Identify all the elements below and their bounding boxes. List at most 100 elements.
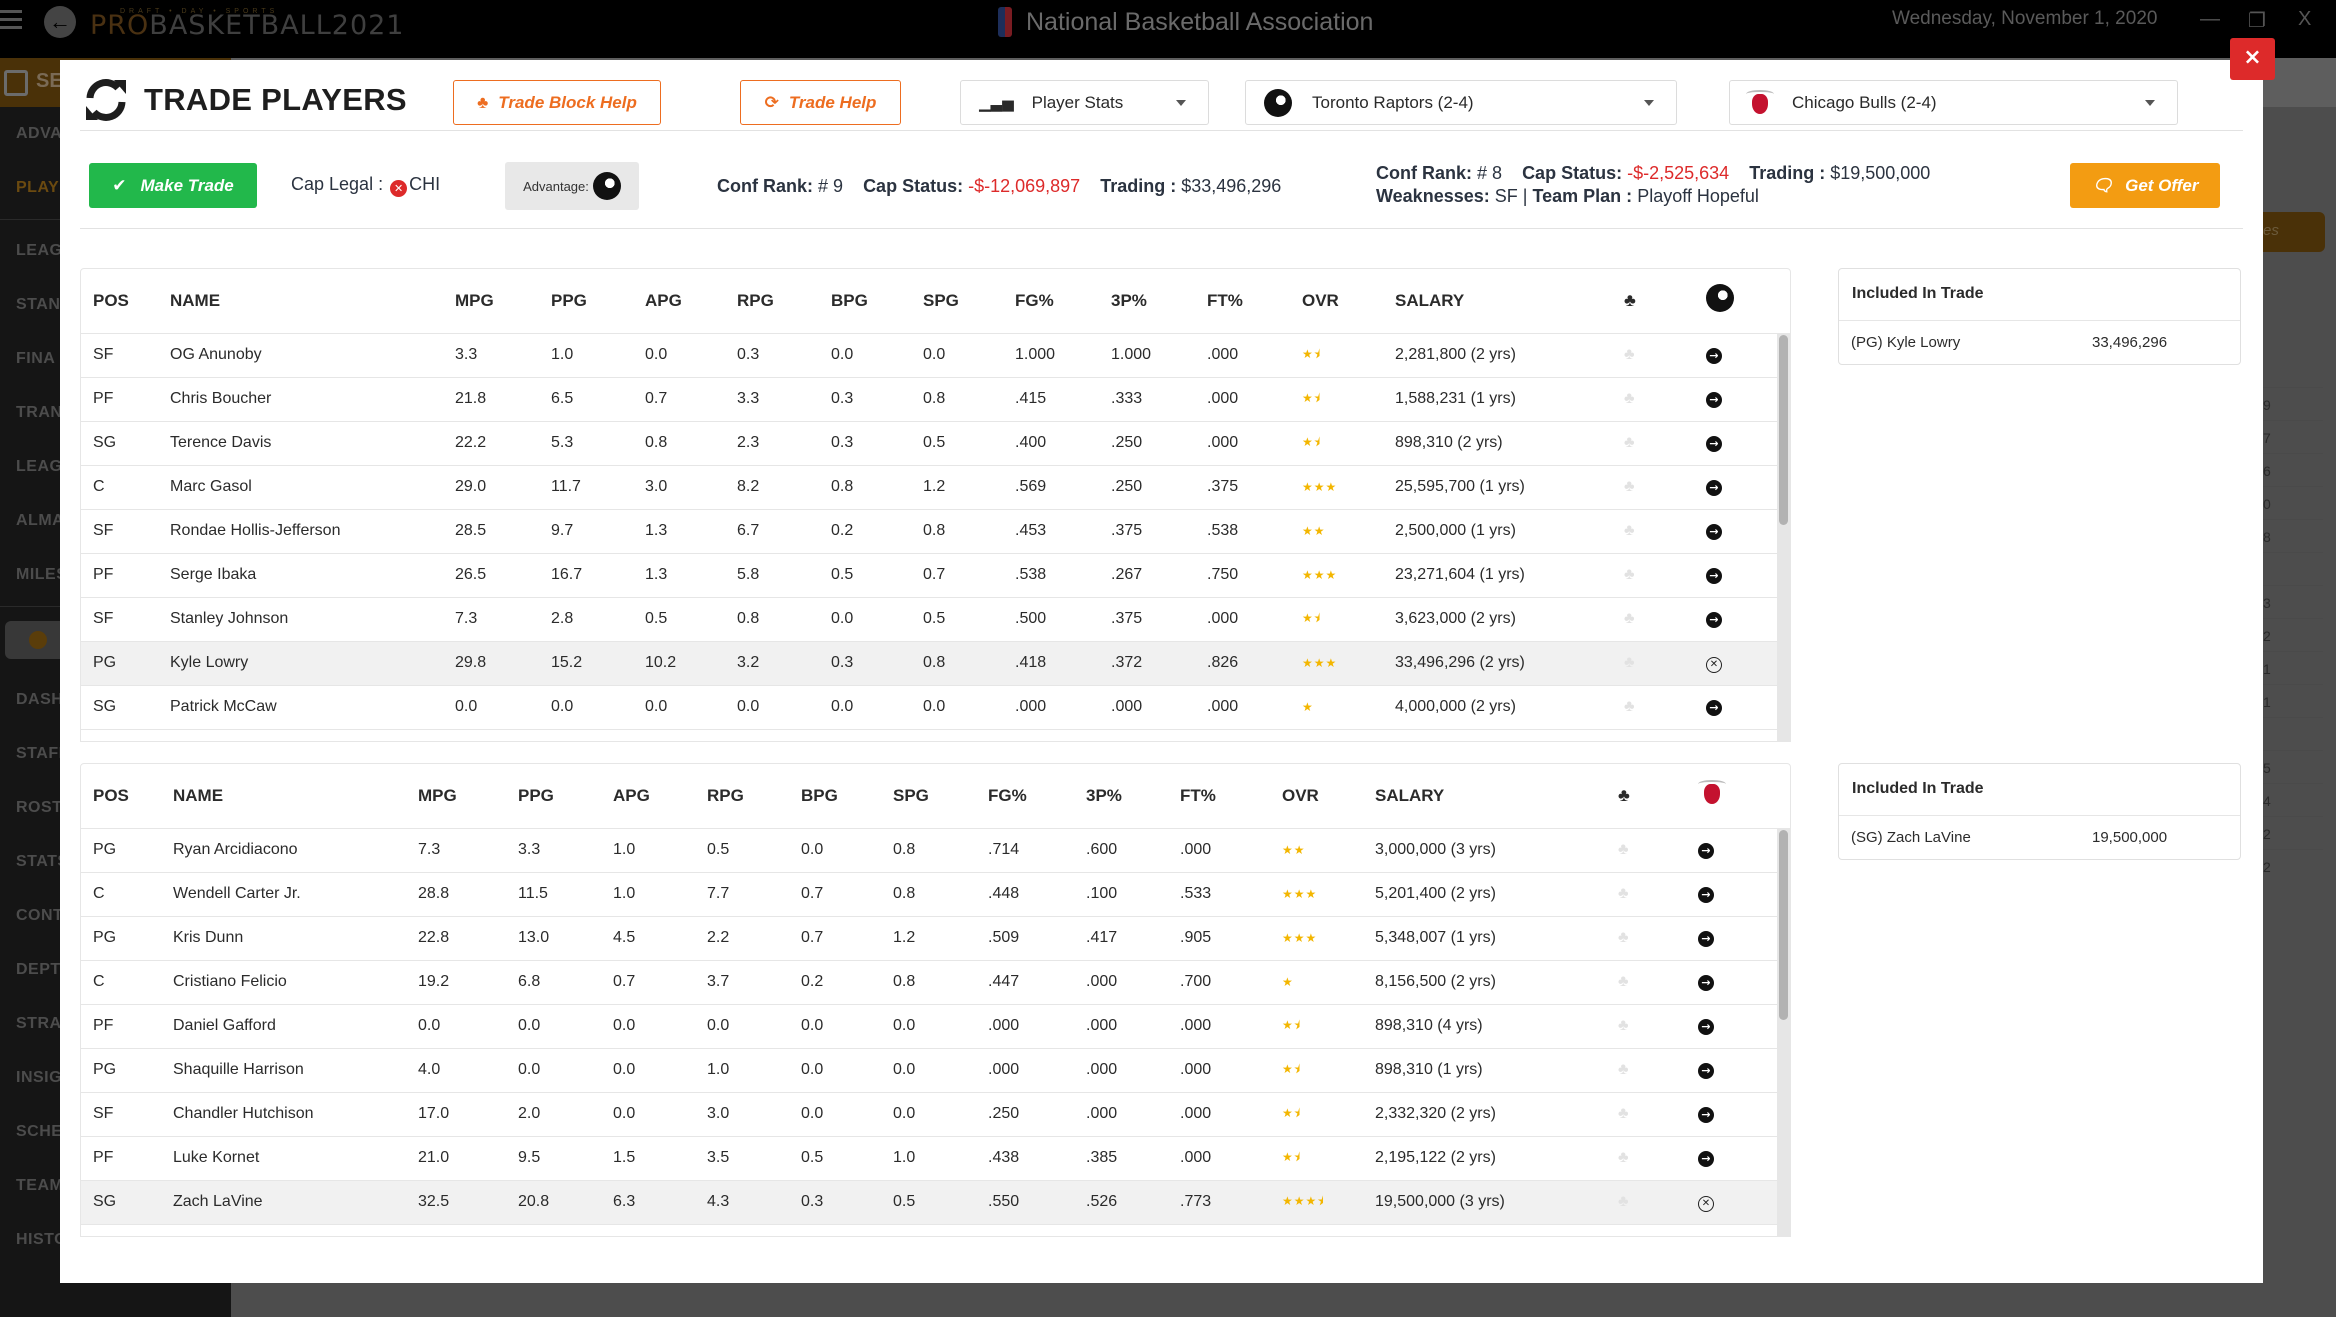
column-header-ft-pct[interactable]: FT% [1180,764,1282,829]
minimize-window-button[interactable]: — [2200,8,2220,31]
remove-from-trade-icon[interactable]: ✕ [1698,1195,1714,1212]
action-cell[interactable]: → [1698,916,1777,961]
cell-name[interactable]: Terence Davis [170,421,455,466]
add-to-trade-arrow-icon[interactable]: → [1706,480,1722,496]
player-row[interactable]: C Cristiano Felicio 19.2 6.8 0.7 3.7 0.2 0.8.44… [81,960,1777,1005]
add-to-trade-arrow-icon[interactable]: → [1706,392,1722,408]
trade-block-icon[interactable]: ♣ [1618,1149,1629,1166]
trade-block-icon[interactable]: ♣ [1624,346,1635,363]
player-row[interactable]: PG Kyle Lowry 29.8 15.2 10.2 3.2 0.3 0.8.418.37… [81,641,1777,686]
trade-block-cell[interactable]: ♣ [1618,872,1698,917]
bulls-table-scrollbar[interactable] [1777,828,1790,1236]
column-header-salary[interactable]: SALARY [1375,764,1618,829]
add-to-trade-arrow-icon[interactable]: → [1698,931,1714,947]
trade-block-icon[interactable]: ♣ [1618,1061,1629,1078]
column-header-spg[interactable]: SPG [923,269,1015,334]
trade-block-cell[interactable]: ♣ [1618,916,1698,961]
cell-name[interactable]: Zach LaVine [173,1180,418,1225]
trade-block-cell[interactable]: ♣ [1624,641,1706,686]
player-row[interactable]: SG Terence Davis 22.2 5.3 0.8 2.3 0.3 0.5.400.2… [81,421,1777,466]
action-cell[interactable]: → [1698,1004,1777,1049]
trade-help-button[interactable]: ⟳ Trade Help [740,80,901,125]
cell-name[interactable]: Cristiano Felicio [173,960,418,1005]
cell-name[interactable]: Wendell Carter Jr. [173,872,418,917]
column-header-name[interactable]: NAME [170,269,455,334]
add-to-trade-arrow-icon[interactable]: → [1706,524,1722,540]
cell-name[interactable]: Ryan Arcidiacono [173,828,418,873]
player-row[interactable]: PF Chris Boucher 21.8 6.5 0.7 3.3 0.3 0.8.415.3… [81,377,1777,422]
trade-block-icon[interactable]: ♣ [1624,698,1635,715]
column-header-rpg[interactable]: RPG [707,764,801,829]
column-header-mpg[interactable]: MPG [418,764,518,829]
column-header-salary[interactable]: SALARY [1395,269,1624,334]
player-row[interactable]: PG Shaquille Harrison 4.0 0.0 0.0 1.0 0.0 0.0.0… [81,1048,1777,1093]
get-offer-button[interactable]: 🗨 Get Offer [2070,163,2220,208]
trade-block-cell[interactable]: ♣ [1618,1048,1698,1093]
scrollbar-thumb[interactable] [1779,335,1788,525]
column-header-name[interactable]: NAME [173,764,418,829]
player-row[interactable]: SG Patrick McCaw 0.0 0.0 0.0 0.0 0.0 0.0.000.00… [81,685,1777,730]
player-row[interactable]: PF Luke Kornet 21.0 9.5 1.5 3.5 0.5 1.0.438.385… [81,1136,1777,1181]
column-header-apg[interactable]: APG [613,764,707,829]
trade-block-icon[interactable]: ♣ [1624,522,1635,539]
hamburger-menu-icon[interactable] [0,10,22,30]
player-row[interactable]: SF OG Anunoby 3.3 1.0 0.0 0.3 0.0 0.0 1.000 1.000… [81,333,1777,378]
trade-block-cell[interactable]: ♣ [1624,421,1706,466]
left-team-select-dropdown[interactable]: Toronto Raptors (2-4) [1245,80,1677,125]
player-row[interactable]: PG Kris Dunn 22.8 13.0 4.5 2.2 0.7 1.2.509.417.… [81,916,1777,961]
cell-name[interactable]: Chandler Hutchison [173,1092,418,1137]
add-to-trade-arrow-icon[interactable]: → [1698,1107,1714,1123]
cell-name[interactable]: Daniel Gafford [173,1004,418,1049]
trade-block-icon[interactable]: ♣ [1618,1105,1629,1122]
cell-name[interactable]: Rondae Hollis-Jefferson [170,509,455,554]
trade-block-icon[interactable]: ♣ [1624,390,1635,407]
add-to-trade-arrow-icon[interactable]: → [1698,975,1714,991]
add-to-trade-arrow-icon[interactable]: → [1698,843,1714,859]
action-cell[interactable]: → [1706,685,1777,730]
add-to-trade-arrow-icon[interactable]: → [1706,612,1722,628]
action-cell[interactable]: → [1706,509,1777,554]
trade-block-icon[interactable]: ♣ [1624,478,1635,495]
trade-block-cell[interactable]: ♣ [1618,1136,1698,1181]
trade-block-cell[interactable]: ♣ [1624,465,1706,510]
column-header-3p-pct[interactable]: 3P% [1086,764,1180,829]
scrollbar-thumb[interactable] [1779,830,1788,1020]
trade-block-icon[interactable]: ♣ [1624,434,1635,451]
add-to-trade-arrow-icon[interactable]: → [1698,1063,1714,1079]
action-cell[interactable]: → [1706,553,1777,598]
trade-block-cell[interactable]: ♣ [1624,509,1706,554]
trade-block-cell[interactable]: ♣ [1618,1004,1698,1049]
raptors-table-scrollbar[interactable] [1777,333,1790,741]
column-header-spg[interactable]: SPG [893,764,988,829]
action-cell[interactable]: → [1698,828,1777,873]
column-header-apg[interactable]: APG [645,269,737,334]
column-header-bpg[interactable]: BPG [801,764,893,829]
trade-block-cell[interactable]: ♣ [1624,377,1706,422]
column-header-mpg[interactable]: MPG [455,269,551,334]
player-row[interactable]: SF Stanley Johnson 7.3 2.8 0.5 0.8 0.0 0.5.500.… [81,597,1777,642]
add-to-trade-arrow-icon[interactable]: → [1698,887,1714,903]
trade-block-icon[interactable]: ♣ [1618,841,1629,858]
action-cell[interactable]: → [1706,465,1777,510]
trade-block-cell[interactable]: ♣ [1624,685,1706,730]
add-to-trade-arrow-icon[interactable]: → [1706,436,1722,452]
right-team-select-dropdown[interactable]: Chicago Bulls (2-4) [1729,80,2178,125]
column-header-ft-pct[interactable]: FT% [1207,269,1302,334]
action-cell[interactable]: → [1698,960,1777,1005]
close-window-button[interactable]: X [2298,8,2311,31]
add-to-trade-arrow-icon[interactable]: → [1706,568,1722,584]
column-header-ppg[interactable]: PPG [518,764,613,829]
cell-name[interactable]: Stanley Johnson [170,597,455,642]
column-header-rpg[interactable]: RPG [737,269,831,334]
action-cell[interactable]: → [1706,421,1777,466]
column-header-bpg[interactable]: BPG [831,269,923,334]
player-row[interactable]: PF Daniel Gafford 0.0 0.0 0.0 0.0 0.0 0.0.000.0… [81,1004,1777,1049]
column-header-ovr[interactable]: OVR [1282,764,1375,829]
add-to-trade-arrow-icon[interactable]: → [1706,700,1722,716]
player-row[interactable]: SF Rondae Hollis-Jefferson 28.5 9.7 1.3 6.7 0.… [81,509,1777,554]
close-modal-button[interactable]: × [2230,38,2275,80]
action-cell[interactable]: → [1706,333,1777,378]
trade-block-icon[interactable]: ♣ [1624,654,1635,671]
action-cell[interactable]: → [1706,597,1777,642]
trade-block-icon[interactable]: ♣ [1624,610,1635,627]
